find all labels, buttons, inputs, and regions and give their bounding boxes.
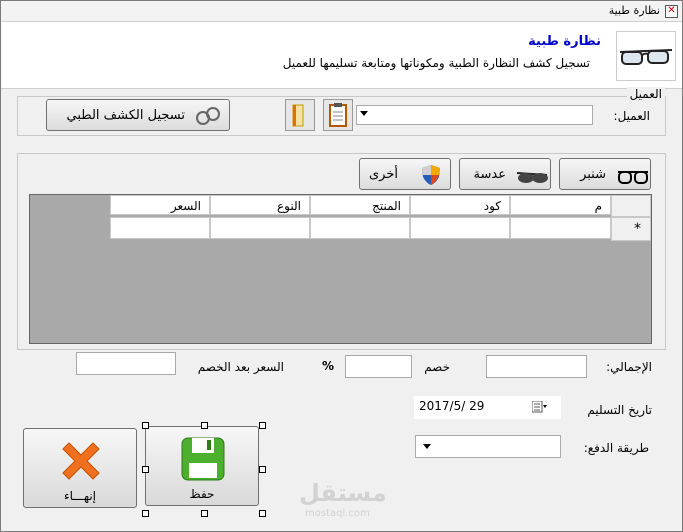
grid-cell-type[interactable] [210,217,310,239]
items-grid[interactable]: م كود المنتج النوع السعر * [29,194,652,344]
grid-new-row-header[interactable]: * [611,217,651,241]
selection-handle[interactable] [142,466,149,473]
discount-field[interactable] [345,355,412,378]
close-icon[interactable]: ✕ [665,5,678,18]
register-exam-button[interactable]: تسجيل الكشف الطبي [46,99,230,131]
header-title: نظارة طبية [528,34,601,49]
delivery-date-value: 2017/5/ 29 [419,399,485,413]
selection-handle[interactable] [259,466,266,473]
floppy-save-icon [181,437,225,481]
net-price-label: السعر بعد الخصم [197,360,284,374]
notebook-button[interactable] [285,99,315,131]
close-button-label: إنهـــاء [63,489,97,503]
chevron-down-icon[interactable] [360,111,368,116]
percent-sign: % [321,359,334,373]
tab-other-label: أخرى [369,167,398,182]
grid-col-type[interactable]: النوع [210,195,310,215]
delivery-date-picker[interactable]: 2017/5/ 29 [414,396,561,419]
client-label: العميل: [613,109,650,123]
client-group-caption: العميل [626,87,665,101]
selection-handle[interactable] [201,422,208,429]
header-subtitle: تسجيل كشف النظارة الطبية ومكوناتها ومتاب… [282,56,590,70]
selection-handle[interactable] [259,510,266,517]
selection-handle[interactable] [142,510,149,517]
calendar-icon[interactable] [532,401,548,413]
clipboard-button[interactable] [323,99,353,131]
tab-other-button[interactable]: أخرى [359,158,451,190]
grid-cell-code[interactable] [410,217,510,239]
tab-lens-label: عدسة [473,167,506,182]
grid-col-index[interactable]: م [510,195,611,215]
close-button[interactable]: إنهـــاء [23,428,137,508]
shield-icon [422,165,440,185]
grid-col-code[interactable]: كود [410,195,510,215]
selection-handle[interactable] [142,422,149,429]
selection-handle[interactable] [201,510,208,517]
grid-corner [611,195,651,217]
payment-method-label: طريقة الدفع: [583,441,649,455]
watermark-url: mostaql.com [305,508,370,519]
total-label: الإجمالي: [606,360,652,374]
glasses-search-icon [196,107,220,125]
tab-lens-button[interactable]: عدسة [459,158,551,190]
new-row-marker: * [634,221,641,237]
register-exam-label: تسجيل الكشف الطبي [66,108,185,123]
save-button-label: حفظ [189,487,215,501]
main-window: نظارة طبية ✕ نظارة طبية تسجيل كشف النظار… [0,0,683,532]
tab-frame-label: شنبر [580,167,606,182]
save-button[interactable]: حفظ [145,426,259,506]
grid-cell-index[interactable] [510,217,611,239]
grid-col-product[interactable]: المنتج [310,195,410,215]
net-price-field[interactable] [76,352,176,375]
delivery-date-label: تاريخ التسليم [587,403,652,417]
title-bar: نظارة طبية ✕ [1,1,682,22]
header-panel: نظارة طبية تسجيل كشف النظارة الطبية ومكو… [1,22,682,89]
client-combobox[interactable] [356,105,593,125]
selection-handle[interactable] [259,422,266,429]
payment-method-combobox[interactable] [415,435,561,458]
window-title: نظارة طبية [608,4,660,17]
x-close-icon [62,442,100,480]
notebook-icon [292,104,304,127]
total-field[interactable] [486,355,587,378]
glasses-logo-icon [616,31,676,81]
lens-glasses-icon [516,172,548,183]
frame-glasses-icon [618,171,648,184]
chevron-down-icon[interactable] [423,444,431,449]
grid-cell-price[interactable] [110,217,210,239]
discount-label: خصم [424,360,450,374]
grid-cell-product[interactable] [310,217,410,239]
tab-frame-button[interactable]: شنبر [559,158,651,190]
watermark-text: مستقل [299,479,387,507]
clipboard-icon [329,103,347,127]
grid-col-price[interactable]: السعر [110,195,210,215]
